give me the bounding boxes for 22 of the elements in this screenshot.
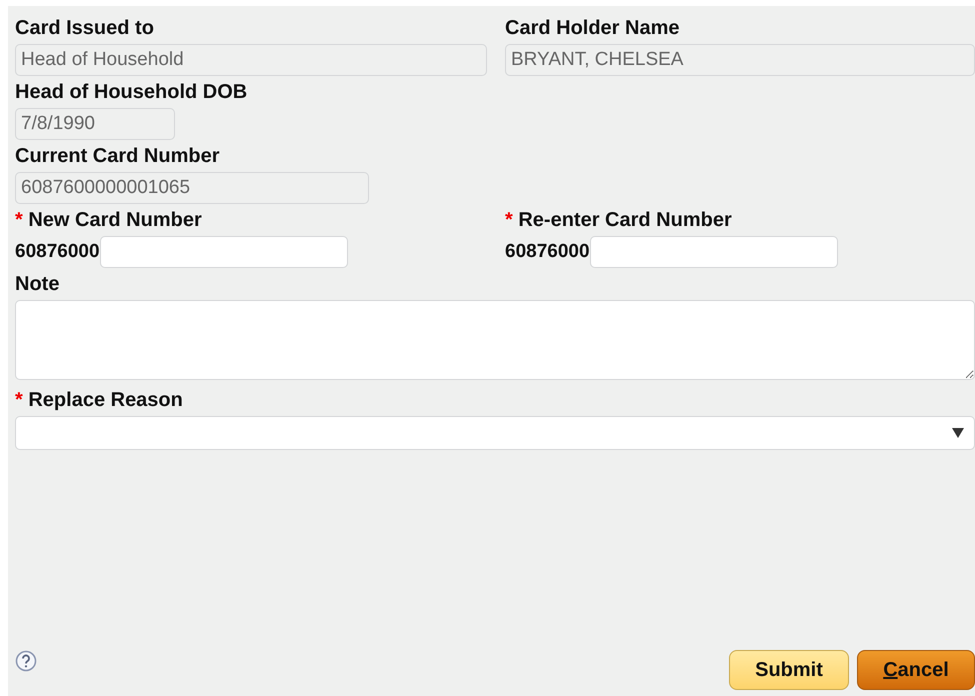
action-button[interactable]: Cancel: [857, 650, 975, 690]
field-label: Card Holder Name: [505, 16, 680, 40]
help-icon[interactable]: [15, 650, 37, 672]
field-label: Card Issued to: [15, 16, 154, 40]
note-field[interactable]: [15, 300, 975, 380]
reason-dropdown[interactable]: [15, 416, 975, 450]
read-only-field: 6087600000001065: [15, 172, 369, 204]
read-only-field: 7/8/1990: [15, 108, 175, 140]
field-label: * Replace Reason: [15, 388, 183, 412]
field-label: Current Card Number: [15, 144, 220, 168]
read-only-field: BRYANT, CHELSEA: [505, 44, 975, 76]
field-label: * New Card Number: [15, 208, 202, 232]
action-button[interactable]: Submit: [729, 650, 849, 690]
input-field[interactable]: [100, 236, 348, 268]
field-label: * Re-enter Card Number: [505, 208, 732, 232]
caret-icon: [952, 428, 964, 438]
field-label: Head of Household DOB: [15, 80, 248, 104]
card-prefix: 60876000: [505, 241, 590, 263]
field-label: Note: [15, 272, 60, 296]
read-only-field: Head of Household: [15, 44, 487, 76]
card-prefix: 60876000: [15, 241, 100, 263]
input-field[interactable]: [590, 236, 838, 268]
